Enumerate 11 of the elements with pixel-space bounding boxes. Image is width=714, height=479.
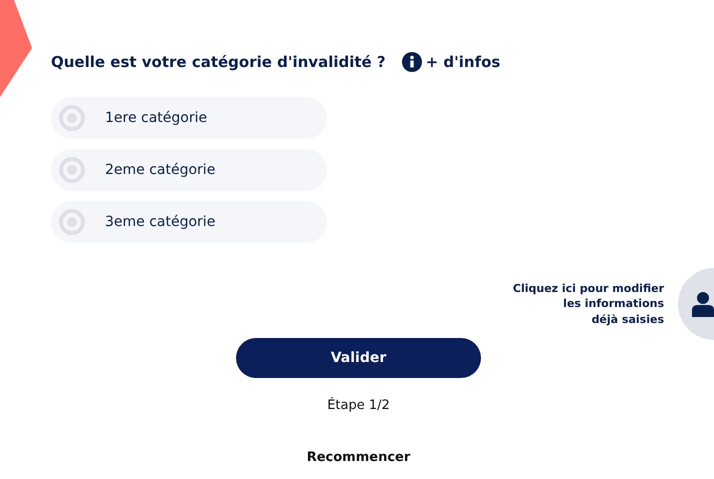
restart-link[interactable]: Recommencer <box>306 450 410 465</box>
edit-info-hint[interactable]: Cliquez ici pour modifier les informations déjà saisies <box>512 280 664 328</box>
person-icon <box>692 291 714 317</box>
step-indicator: Étape 1/2 <box>327 398 390 413</box>
radio-option[interactable]: 2eme catégorie <box>51 149 327 191</box>
question-title: Quelle est votre catégorie d'invalidité ? <box>51 53 386 71</box>
submit-button[interactable]: Valider <box>236 338 481 378</box>
radio-option[interactable]: 3eme catégorie <box>51 201 327 243</box>
info-icon <box>402 52 422 72</box>
radio-option[interactable]: 1ere catégorie <box>51 97 327 139</box>
info-link[interactable]: + d'infos <box>402 52 500 72</box>
